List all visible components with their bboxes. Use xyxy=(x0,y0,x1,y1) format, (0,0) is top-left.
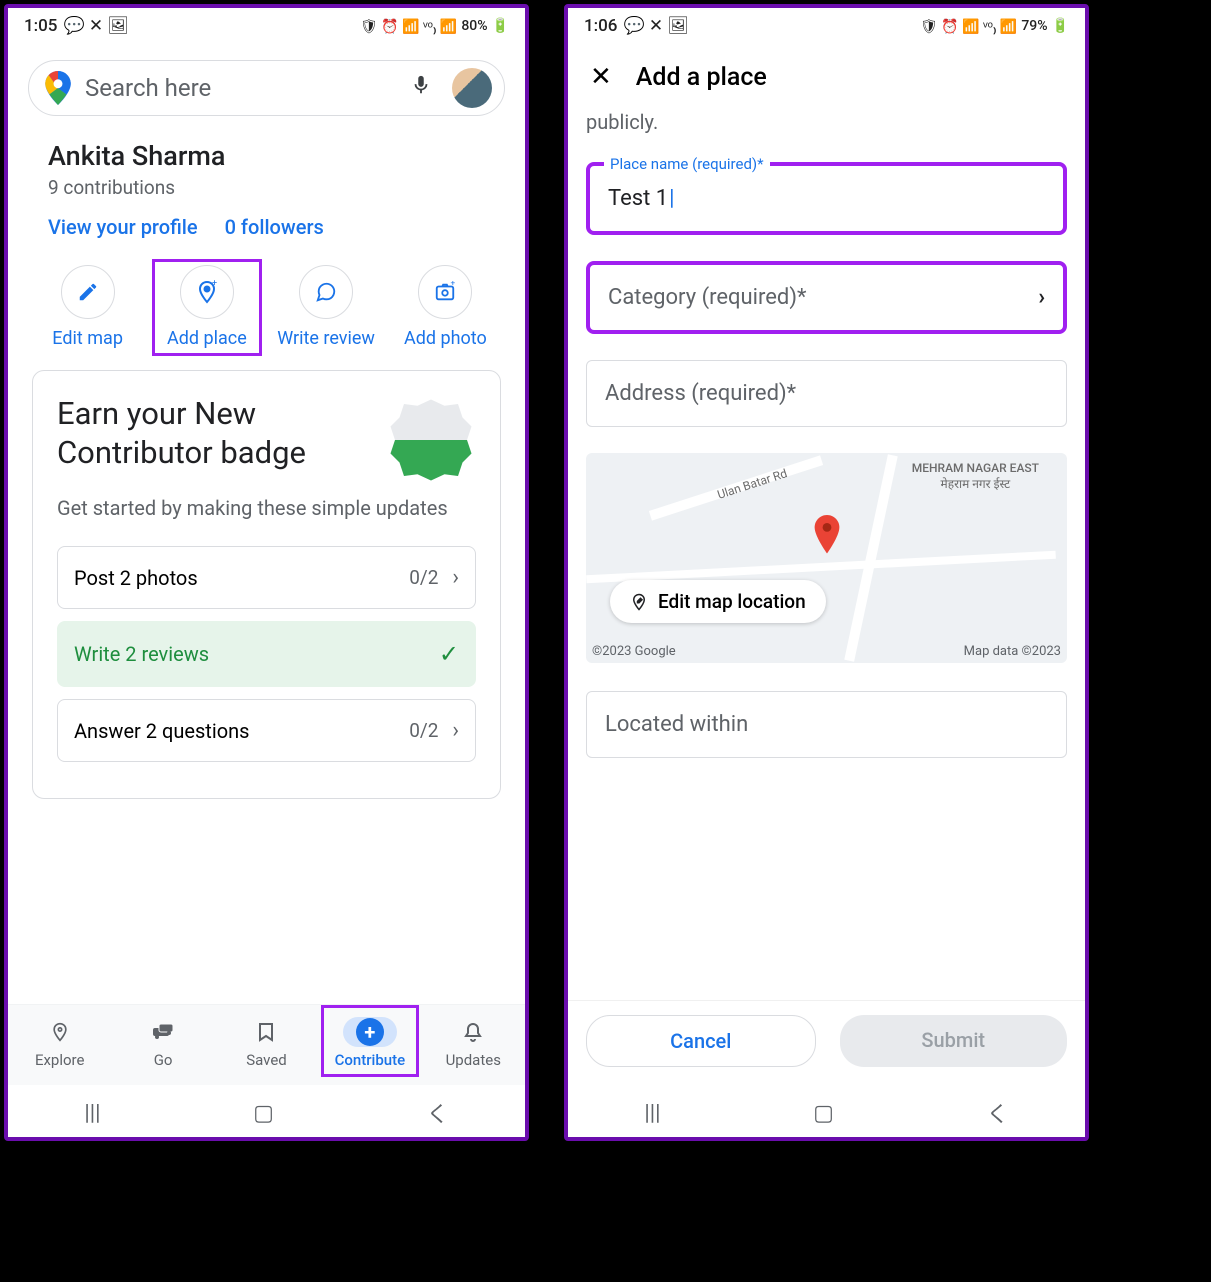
map-marker-icon xyxy=(810,515,844,563)
edit-map-location-button[interactable]: Edit map location xyxy=(610,580,826,623)
map-preview[interactable]: Ulan Batar Rd MEHRAM NAGAR EAST मेहराम न… xyxy=(586,453,1067,663)
map-copyright: ©2023 Google xyxy=(592,644,676,659)
bottom-nav: Explore Go Saved + Contribute Updates xyxy=(8,1004,525,1085)
map-attribution: Map data ©2023 xyxy=(964,644,1061,659)
check-icon: ✓ xyxy=(439,640,459,668)
home-button[interactable]: ▢ xyxy=(813,1101,834,1126)
battery-text: 80% xyxy=(461,18,487,34)
profile-section: Ankita Sharma 9 contributions View your … xyxy=(8,132,525,255)
modal-header: ✕ Add a place xyxy=(568,44,1085,110)
phone-right: 1:06 💬 ✕ 🖼 🛡 ⏰ 📶 ᵛᵒ₎ 📶 79% 🔋 ✕ Add a pla… xyxy=(564,4,1089,1141)
badge-subtitle: Get started by making these simple updat… xyxy=(57,495,476,522)
badge-card: Earn your New Contributor badge Get star… xyxy=(32,370,501,799)
maps-logo-icon xyxy=(45,71,71,105)
back-button[interactable]: く xyxy=(427,1097,449,1129)
task-answer-questions[interactable]: Answer 2 questions 0/2 › xyxy=(57,699,476,762)
field-placeholder: Located within xyxy=(605,712,748,737)
nav-contribute[interactable]: + Contribute xyxy=(325,1013,415,1073)
write-review-button[interactable]: Write review xyxy=(271,265,381,350)
status-bar: 1:06 💬 ✕ 🖼 🛡 ⏰ 📶 ᵛᵒ₎ 📶 79% 🔋 xyxy=(568,8,1085,44)
status-left-icons: 💬 ✕ 🖼 xyxy=(623,16,688,36)
place-name-field[interactable]: Place name (required)* Test 1 xyxy=(586,162,1067,235)
close-icon[interactable]: ✕ xyxy=(590,62,612,92)
svg-text:+: + xyxy=(451,281,456,289)
modal-title: Add a place xyxy=(636,63,767,92)
status-left-icons: 💬 ✕ 🖼 xyxy=(63,16,128,36)
badge-graphic-icon xyxy=(386,395,476,485)
chevron-right-icon: › xyxy=(452,718,459,743)
nav-explore[interactable]: Explore xyxy=(15,1013,105,1073)
view-profile-link[interactable]: View your profile xyxy=(48,215,198,239)
followers-link[interactable]: 0 followers xyxy=(225,215,324,239)
system-nav: ||| ▢ く xyxy=(568,1089,1085,1137)
car-icon xyxy=(136,1017,190,1047)
search-bar[interactable]: Search here xyxy=(28,60,505,116)
contribution-count: 9 contributions xyxy=(48,176,485,199)
add-place-button[interactable]: + Add place xyxy=(152,265,262,350)
action-row: Edit map + Add place Write review + Add … xyxy=(8,255,525,370)
edit-map-button[interactable]: Edit map xyxy=(33,265,143,350)
bookmark-icon xyxy=(239,1017,293,1047)
highlight-annotation xyxy=(321,1005,419,1077)
area-label: MEHRAM NAGAR EAST मेहराम नगर ईस्ट xyxy=(912,461,1039,492)
badge-title: Earn your New Contributor badge xyxy=(57,395,372,473)
nav-updates[interactable]: Updates xyxy=(428,1013,518,1073)
edit-location-icon xyxy=(630,593,648,611)
mic-icon[interactable] xyxy=(404,68,438,108)
modal-body: publicly. Place name (required)* Test 1 … xyxy=(568,110,1085,1137)
field-label: Place name (required)* xyxy=(604,155,770,173)
task-write-reviews[interactable]: Write 2 reviews ✓ xyxy=(57,621,476,687)
nav-saved[interactable]: Saved xyxy=(221,1013,311,1073)
status-time: 1:06 xyxy=(584,16,617,36)
category-field[interactable]: Category (required)* › xyxy=(586,261,1067,334)
hint-text: publicly. xyxy=(586,110,1067,134)
nav-go[interactable]: Go xyxy=(118,1013,208,1073)
system-nav: ||| ▢ く xyxy=(8,1089,525,1137)
battery-text: 79% xyxy=(1021,18,1047,34)
back-button[interactable]: く xyxy=(987,1097,1009,1129)
recents-button[interactable]: ||| xyxy=(644,1101,660,1126)
profile-name: Ankita Sharma xyxy=(48,140,485,172)
chevron-right-icon: › xyxy=(452,565,459,590)
field-placeholder: Address (required)* xyxy=(605,381,796,406)
status-time: 1:05 xyxy=(24,16,57,36)
highlight-annotation xyxy=(152,259,262,356)
status-right-icons: 🛡 ⏰ 📶 ᵛᵒ₎ 📶 80% 🔋 xyxy=(360,18,509,35)
chevron-right-icon: › xyxy=(1038,285,1045,310)
phone-left: 1:05 💬 ✕ 🖼 🛡 ⏰ 📶 ᵛᵒ₎ 📶 80% 🔋 Search here… xyxy=(4,4,529,1141)
search-placeholder: Search here xyxy=(85,74,390,102)
home-button[interactable]: ▢ xyxy=(253,1101,274,1126)
profile-avatar[interactable] xyxy=(452,68,492,108)
button-row: Cancel Submit xyxy=(568,1000,1085,1081)
submit-button[interactable]: Submit xyxy=(840,1015,1068,1067)
add-photo-button[interactable]: + Add photo xyxy=(390,265,500,350)
recents-button[interactable]: ||| xyxy=(84,1101,100,1126)
located-within-field[interactable]: Located within xyxy=(586,691,1067,758)
field-placeholder: Category (required)* xyxy=(608,285,1038,310)
address-field[interactable]: Address (required)* xyxy=(586,360,1067,427)
status-right-icons: 🛡 ⏰ 📶 ᵛᵒ₎ 📶 79% 🔋 xyxy=(920,18,1069,35)
task-post-photos[interactable]: Post 2 photos 0/2 › xyxy=(57,546,476,609)
bell-icon xyxy=(446,1017,500,1047)
field-value: Test 1 xyxy=(608,186,674,211)
cancel-button[interactable]: Cancel xyxy=(586,1015,816,1067)
pin-icon xyxy=(33,1017,87,1047)
status-bar: 1:05 💬 ✕ 🖼 🛡 ⏰ 📶 ᵛᵒ₎ 📶 80% 🔋 xyxy=(8,8,525,44)
